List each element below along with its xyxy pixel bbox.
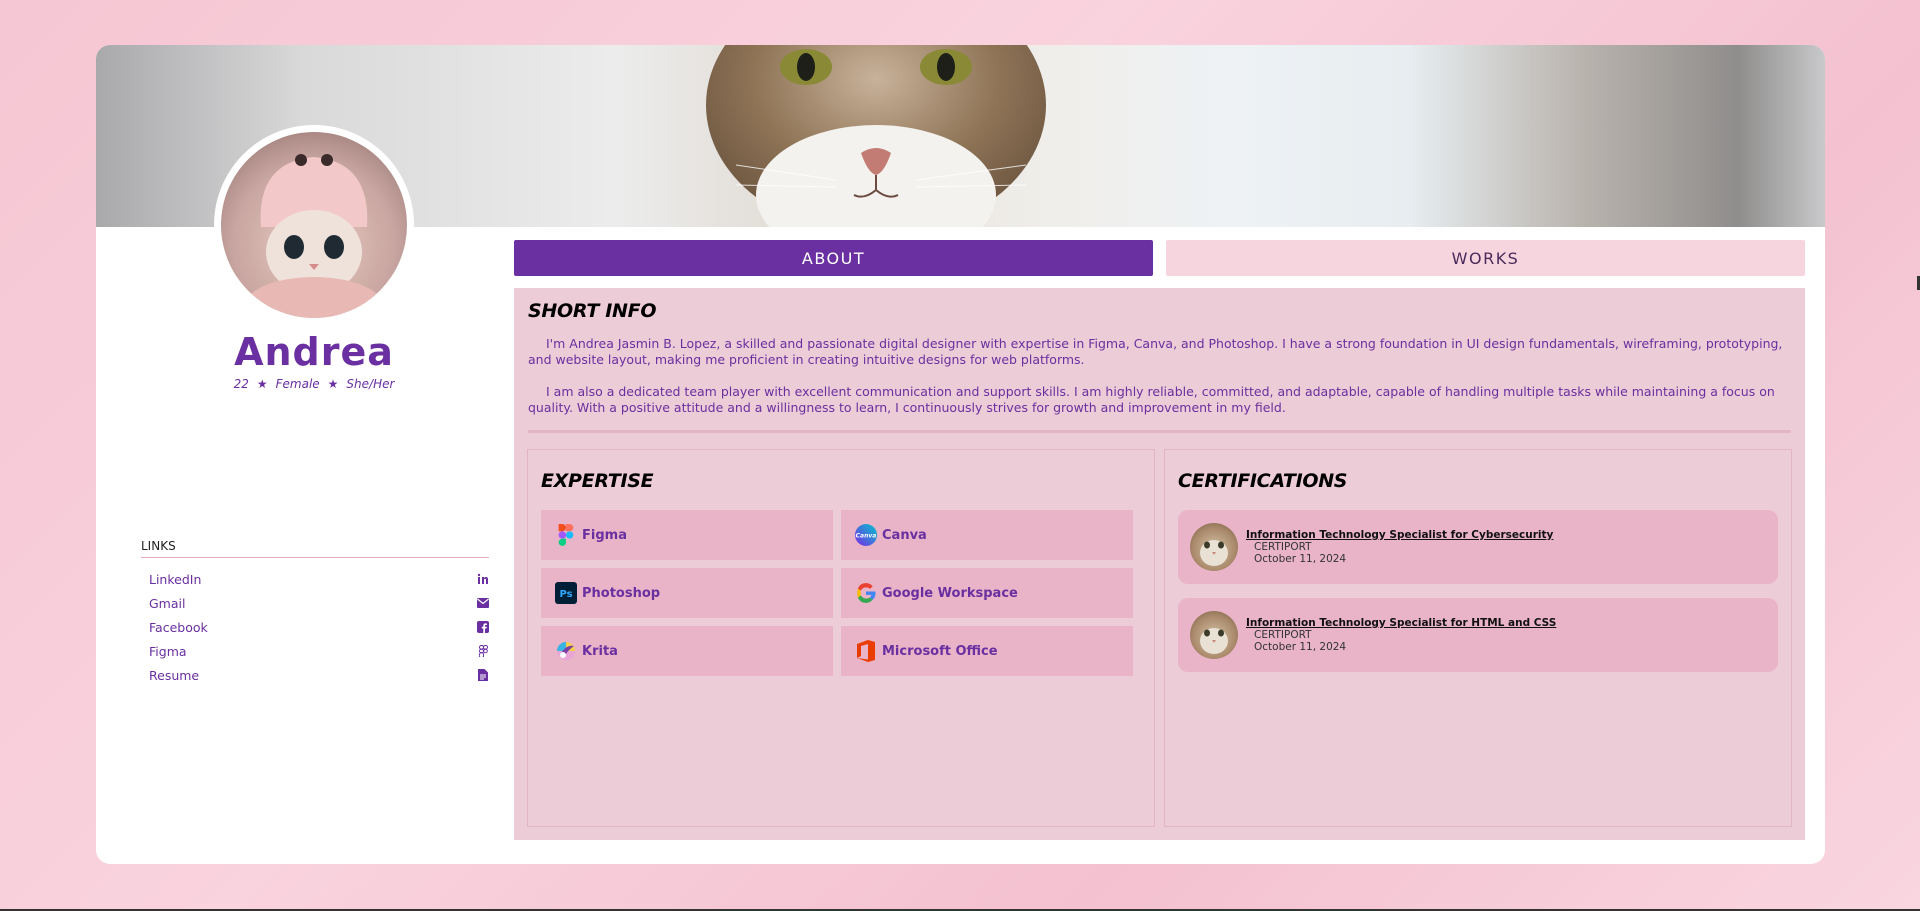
separator-star: ★ [327, 377, 339, 391]
link-gmail[interactable]: Gmail [149, 591, 489, 615]
svg-text:Canva: Canva [856, 533, 877, 540]
skill-label: Figma [582, 527, 627, 543]
skill-krita[interactable]: Krita [541, 626, 833, 676]
link-label: Figma [149, 643, 187, 659]
skill-figma[interactable]: Figma [541, 510, 833, 560]
link-figma[interactable]: Figma [149, 639, 489, 663]
google-logo-icon [855, 582, 877, 604]
tab-works[interactable]: WORKS [1166, 240, 1805, 276]
certifications-title: CERTIFICATIONS [1178, 470, 1348, 492]
photoshop-logo-icon: Ps [555, 582, 577, 604]
tab-about[interactable]: ABOUT [514, 240, 1153, 276]
short-info-paragraph: I am also a dedicated team player with e… [528, 384, 1775, 415]
skill-label: Google Workspace [882, 585, 1018, 601]
office-logo-icon [855, 640, 877, 662]
certificate-thumbnail [1190, 523, 1238, 571]
skill-google-workspace[interactable]: Google Workspace [841, 568, 1133, 618]
expertise-title: EXPERTISE [541, 470, 654, 492]
short-info-title: SHORT INFO [528, 300, 657, 322]
document-icon [477, 669, 489, 681]
banner-cat-image [706, 45, 1046, 227]
linkedin-icon [477, 573, 489, 585]
profile-gender: Female [275, 377, 320, 391]
details-columns: EXPERTISE Figma Canva Canva Ps Photoshop… [527, 449, 1792, 827]
link-label: Gmail [149, 595, 186, 611]
about-panel: SHORT INFO I'm Andrea Jasmin B. Lopez, a… [514, 288, 1805, 840]
svg-text:Ps: Ps [559, 589, 572, 600]
certification-card: Information Technology Specialist for HT… [1178, 598, 1778, 672]
certification-card: Information Technology Specialist for Cy… [1178, 510, 1778, 584]
certification-title-link[interactable]: Information Technology Specialist for Cy… [1246, 529, 1553, 541]
separator-star: ★ [256, 377, 268, 391]
profile-age: 22 [233, 377, 249, 391]
certification-date: October 11, 2024 [1254, 641, 1347, 653]
certification-issuer: CERTIPORT [1254, 541, 1312, 553]
skill-label: Krita [582, 643, 618, 659]
canva-logo-icon: Canva [855, 524, 877, 546]
link-facebook[interactable]: Facebook [149, 615, 489, 639]
link-label: Resume [149, 667, 200, 683]
link-resume[interactable]: Resume [149, 663, 489, 687]
expertise-grid: Figma Canva Canva Ps Photoshop Google Wo… [541, 510, 1141, 676]
skill-microsoft-office[interactable]: Microsoft Office [841, 626, 1133, 676]
profile-name: Andrea [234, 330, 394, 374]
profile-meta: 22 ★ Female ★ She/Her [196, 377, 432, 391]
skill-label: Microsoft Office [882, 643, 998, 659]
link-label: Facebook [149, 619, 208, 635]
skill-label: Photoshop [582, 585, 661, 601]
skill-label: Canva [882, 527, 927, 543]
link-label: LinkedIn [149, 571, 202, 587]
link-linkedin[interactable]: LinkedIn [149, 567, 489, 591]
links-list: LinkedIn Gmail Facebook Figma Resume [149, 567, 489, 687]
certification-date: October 11, 2024 [1254, 553, 1347, 565]
certification-details: Information Technology Specialist for Cy… [1246, 529, 1553, 565]
avatar-frame [214, 125, 414, 325]
profile-pronouns: She/Her [346, 377, 395, 391]
profile-card: Andrea 22 ★ Female ★ She/Her LINKS LinkedIn … [96, 45, 1825, 864]
facebook-icon [477, 621, 489, 633]
certification-title-link[interactable]: Information Technology Specialist for HT… [1246, 617, 1556, 629]
tab-bar: ABOUT WORKS [514, 240, 1805, 276]
links-heading: LINKS [141, 539, 489, 558]
short-info-paragraph: I'm Andrea Jasmin B. Lopez, a skilled an… [528, 336, 1783, 367]
certificate-thumbnail [1190, 611, 1238, 659]
skill-photoshop[interactable]: Ps Photoshop [541, 568, 833, 618]
envelope-icon [477, 597, 489, 609]
figma-logo-icon [555, 524, 577, 546]
section-divider [528, 430, 1791, 433]
avatar [221, 132, 407, 318]
krita-logo-icon [555, 640, 577, 662]
avatar-cat-image [244, 154, 384, 318]
certification-issuer: CERTIPORT [1254, 629, 1312, 641]
expertise-section: EXPERTISE Figma Canva Canva Ps Photoshop… [527, 449, 1155, 827]
figma-icon [477, 645, 489, 657]
skill-canva[interactable]: Canva Canva [841, 510, 1133, 560]
certification-details: Information Technology Specialist for HT… [1246, 617, 1556, 653]
certifications-section: CERTIFICATIONS Information Technology Sp… [1164, 449, 1792, 827]
